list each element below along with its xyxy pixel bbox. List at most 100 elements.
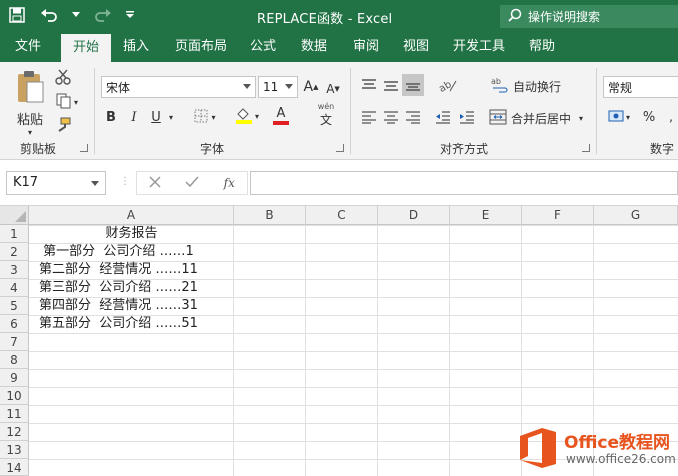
cancel-icon[interactable]	[149, 175, 161, 191]
format-painter-icon	[55, 117, 71, 136]
row-header[interactable]: 5	[0, 297, 29, 315]
column-header-a[interactable]: A	[29, 206, 234, 225]
middle-align-icon[interactable]	[380, 74, 402, 96]
customize-qat-icon[interactable]	[126, 6, 134, 24]
alignment-launcher-icon[interactable]	[582, 144, 590, 152]
undo-dropdown-icon[interactable]	[72, 6, 80, 24]
column-header-c[interactable]: C	[306, 206, 378, 225]
decrease-indent-icon[interactable]	[432, 106, 454, 128]
row-header[interactable]: 11	[0, 405, 29, 423]
font-color-button[interactable]: A	[266, 104, 296, 128]
name-box[interactable]: K17	[6, 171, 106, 195]
cell-a5[interactable]: 第四部分 经营情况 ……31	[29, 297, 234, 315]
align-center-icon[interactable]	[380, 106, 402, 128]
insert-function-button[interactable]: fx	[224, 176, 235, 190]
window-title: REPLACE函数 - Excel	[257, 12, 393, 27]
cell-a3[interactable]: 第二部分 经营情况 ……11	[29, 261, 234, 279]
accounting-format-button[interactable]: ▾	[604, 106, 634, 128]
format-painter-button[interactable]	[52, 116, 74, 136]
tab-data[interactable]: 数据	[294, 32, 334, 62]
tab-page-layout[interactable]: 页面布局	[168, 32, 234, 62]
chevron-down-icon	[243, 84, 251, 89]
undo-icon[interactable]	[40, 6, 58, 24]
fill-bucket-icon	[235, 106, 253, 127]
phonetic-icon: 文	[319, 113, 332, 127]
comma-style-button[interactable]: ,	[664, 106, 678, 128]
align-right-icon[interactable]	[402, 106, 424, 128]
search-icon	[508, 8, 522, 25]
borders-button[interactable]: ▾	[190, 106, 220, 128]
column-header-d[interactable]: D	[378, 206, 450, 225]
redo-icon[interactable]	[94, 6, 112, 24]
cell-a6[interactable]: 第五部分 公司介绍 ……51	[29, 315, 234, 333]
row-header[interactable]: 6	[0, 315, 29, 333]
number-format-combo[interactable]: 常规	[603, 76, 678, 98]
column-header-e[interactable]: E	[450, 206, 522, 225]
currency-icon	[608, 109, 624, 126]
borders-icon	[194, 109, 208, 126]
increase-indent-icon[interactable]	[456, 106, 478, 128]
merge-center-button[interactable]: 合并后居中 ▾	[486, 106, 586, 130]
font-name-combo[interactable]: 宋体	[101, 76, 256, 98]
tab-help[interactable]: 帮助	[522, 32, 562, 62]
tab-file[interactable]: 文件	[6, 32, 50, 62]
paste-dropdown-icon[interactable]: ▾	[28, 128, 32, 137]
formula-buttons: fx	[136, 171, 248, 195]
cut-button[interactable]	[52, 68, 74, 88]
column-header-g[interactable]: G	[594, 206, 678, 225]
row-header[interactable]: 14	[0, 459, 29, 476]
percent-button[interactable]: %	[640, 106, 658, 128]
number-group-label: 数字	[650, 142, 675, 156]
row-header[interactable]: 8	[0, 351, 29, 369]
row-header[interactable]: 4	[0, 279, 29, 297]
save-icon[interactable]	[8, 6, 26, 24]
enter-icon[interactable]	[185, 176, 199, 191]
paste-button[interactable]: 粘贴 ▾	[12, 70, 48, 137]
clipboard-launcher-icon[interactable]	[80, 144, 88, 152]
tab-review[interactable]: 审阅	[346, 32, 386, 62]
underline-button[interactable]: U	[148, 106, 164, 128]
tab-formulas[interactable]: 公式	[243, 32, 283, 62]
wrap-text-label: 自动换行	[512, 79, 561, 94]
font-size-combo[interactable]: 11	[258, 76, 298, 98]
orientation-icon[interactable]: ab	[432, 74, 462, 96]
row-header[interactable]: 7	[0, 333, 29, 351]
tab-home[interactable]: 开始	[61, 34, 111, 62]
column-header-b[interactable]: B	[234, 206, 306, 225]
phonetic-wen: wén	[317, 102, 335, 111]
underline-dropdown-icon[interactable]: ▾	[166, 106, 176, 128]
row-header[interactable]: 10	[0, 387, 29, 405]
row-header[interactable]: 3	[0, 261, 29, 279]
row-header[interactable]: 12	[0, 423, 29, 441]
row-header[interactable]: 2	[0, 243, 29, 261]
top-align-icon[interactable]	[358, 74, 380, 96]
formula-bar-grip-icon[interactable]: ⋮	[120, 176, 130, 187]
bold-button[interactable]: B	[103, 106, 119, 128]
cell-a4[interactable]: 第三部分 公司介绍 ……21	[29, 279, 234, 297]
align-left-icon[interactable]	[358, 106, 380, 128]
row-header[interactable]: 13	[0, 441, 29, 459]
fill-color-button[interactable]: ▾	[232, 104, 262, 128]
decrease-font-size-icon[interactable]: A ▼	[324, 78, 342, 100]
bottom-align-icon[interactable]	[402, 74, 424, 96]
wrap-text-button[interactable]: ab 自动换行	[486, 74, 566, 98]
increase-font-size-icon[interactable]: A ▲	[302, 76, 320, 98]
chevron-down-icon: ▾	[625, 112, 630, 122]
tab-developer[interactable]: 开发工具	[446, 32, 512, 62]
copy-dropdown-icon[interactable]: ▾	[74, 98, 78, 107]
phonetic-guide-button[interactable]: wén 文	[310, 102, 342, 128]
italic-button[interactable]: I	[126, 106, 142, 128]
number-format-value: 常规	[608, 80, 633, 95]
tell-me-search[interactable]: 操作说明搜索	[500, 5, 678, 28]
tab-view[interactable]: 视图	[396, 32, 436, 62]
row-header[interactable]: 9	[0, 369, 29, 387]
copy-button[interactable]: ▾	[52, 92, 82, 112]
cell-a1[interactable]: 财务报告	[29, 225, 234, 243]
select-all-corner[interactable]	[0, 206, 29, 225]
cell-a2[interactable]: 第一部分 公司介绍 ……1	[29, 243, 234, 261]
formula-input[interactable]	[250, 171, 678, 195]
font-launcher-icon[interactable]	[336, 144, 344, 152]
row-header[interactable]: 1	[0, 225, 29, 243]
tab-insert[interactable]: 插入	[116, 32, 156, 62]
column-header-f[interactable]: F	[522, 206, 594, 225]
